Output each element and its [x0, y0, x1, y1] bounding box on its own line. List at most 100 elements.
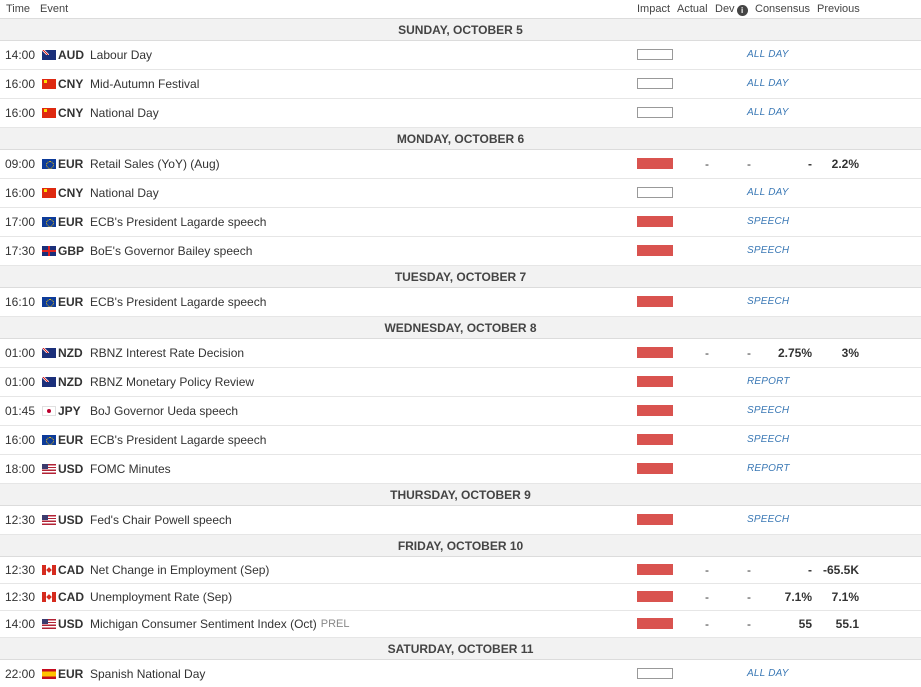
header-dev[interactable]: Dev i [715, 3, 748, 16]
flag-us-icon [42, 619, 56, 629]
flag-cn-icon [42, 108, 56, 118]
event-time: 17:00 [5, 215, 36, 229]
currency-code: NZD [58, 375, 83, 389]
event-tag: ALL DAY [747, 78, 789, 89]
event-time: 17:30 [5, 244, 36, 258]
event-time: 14:00 [5, 617, 36, 631]
event-title: Fed's Chair Powell speech [90, 513, 232, 527]
info-icon[interactable]: i [736, 5, 748, 16]
event-row[interactable]: 17:30 GBP BoE's Governor Bailey speech SPEE… [0, 237, 921, 266]
flag-ca-icon [42, 565, 56, 575]
previous-value: -65.5K [822, 563, 859, 577]
impact-indicator [637, 107, 673, 118]
header-consensus[interactable]: Consensus [755, 3, 810, 15]
event-row[interactable]: 16:00 CNY Mid-Autumn Festival ALL DAY [0, 70, 921, 99]
flag-ca-icon [42, 592, 56, 602]
event-name[interactable]: ECB's President Lagarde speech [90, 208, 266, 236]
event-row[interactable]: 14:00 AUD Labour Day ALL DAY [0, 41, 921, 70]
event-row[interactable]: 16:00 CNY National Day ALL DAY [0, 179, 921, 208]
event-name[interactable]: Spanish National Day [90, 660, 205, 687]
event-row[interactable]: 16:00 CNY National Day ALL DAY [0, 99, 921, 128]
dev-value: - [747, 617, 751, 631]
event-name[interactable]: Net Change in Employment (Sep) [90, 557, 269, 583]
flag-eu-icon [42, 297, 56, 307]
event-name[interactable]: ECB's President Lagarde speech [90, 288, 266, 316]
event-name[interactable]: BoE's Governor Bailey speech [90, 237, 252, 265]
event-title: Net Change in Employment (Sep) [90, 563, 270, 577]
event-tag: SPEECH [747, 405, 790, 416]
event-row[interactable]: 16:10 EUR ECB's President Lagarde speech SP… [0, 288, 921, 317]
event-name[interactable]: RBNZ Monetary Policy Review [90, 368, 254, 396]
impact-indicator [637, 463, 673, 474]
event-tag: SPEECH [747, 296, 790, 307]
flag-au-icon [42, 50, 56, 60]
header-impact[interactable]: Impact [637, 3, 670, 15]
event-name[interactable]: Retail Sales (YoY) (Aug) [90, 150, 220, 178]
event-row[interactable]: 12:30 CAD Net Change in Employment (Sep) - -… [0, 557, 921, 584]
currency-code: EUR [58, 215, 84, 229]
impact-indicator [637, 49, 673, 60]
event-name[interactable]: BoJ Governor Ueda speech [90, 397, 238, 425]
event-name[interactable]: Michigan Consumer Sentiment Index (Oct) P… [90, 611, 350, 637]
day-label: SUNDAY, OCTOBER 5 [398, 23, 523, 37]
event-row[interactable]: 12:30 CAD Unemployment Rate (Sep) - - 7.1% 7.1… [0, 584, 921, 611]
event-tag: ALL DAY [747, 49, 789, 60]
actual-value: - [705, 617, 709, 631]
header-time[interactable]: Time [6, 3, 30, 15]
event-name[interactable]: National Day [90, 179, 159, 207]
event-tag: ALL DAY [747, 187, 789, 198]
event-title: ECB's President Lagarde speech [90, 215, 267, 229]
prel-label: PREL [320, 618, 350, 630]
currency-code: CNY [58, 106, 84, 120]
event-name[interactable]: Mid-Autumn Festival [90, 70, 199, 98]
header-event[interactable]: Event [40, 3, 68, 15]
event-name[interactable]: FOMC Minutes [90, 455, 171, 483]
header-actual[interactable]: Actual [677, 3, 708, 15]
previous-value: 3% [841, 346, 859, 360]
currency-code: EUR [58, 433, 84, 447]
event-row[interactable]: 01:00 NZD RBNZ Interest Rate Decision - - 2.7… [0, 339, 921, 368]
event-name[interactable]: Unemployment Rate (Sep) [90, 584, 232, 610]
impact-indicator [637, 591, 673, 602]
event-row[interactable]: 18:00 USD FOMC Minutes REPORT [0, 455, 921, 484]
event-row[interactable]: 12:30 USD Fed's Chair Powell speech SPEECH [0, 506, 921, 535]
impact-indicator [637, 78, 673, 89]
day-label: SATURDAY, OCTOBER 11 [387, 642, 534, 656]
day-header-row: TUESDAY, OCTOBER 7 [0, 266, 921, 288]
event-row[interactable]: 01:45 JPY BoJ Governor Ueda speech SPEECH [0, 397, 921, 426]
event-title: RBNZ Monetary Policy Review [90, 375, 255, 389]
consensus-value: - [808, 157, 812, 171]
event-time: 16:00 [5, 106, 36, 120]
dev-value: - [747, 157, 751, 171]
currency-code: CAD [58, 563, 84, 577]
event-time: 01:00 [5, 375, 36, 389]
event-time: 16:10 [5, 295, 36, 309]
event-row[interactable]: 01:00 NZD RBNZ Monetary Policy Review REPOR… [0, 368, 921, 397]
flag-eu-icon [42, 217, 56, 227]
event-row[interactable]: 16:00 EUR ECB's President Lagarde speech SP… [0, 426, 921, 455]
header-previous[interactable]: Previous [817, 3, 860, 15]
event-time: 12:30 [5, 590, 36, 604]
impact-indicator [637, 245, 673, 256]
event-tag: SPEECH [747, 434, 790, 445]
event-row[interactable]: 22:00 EUR Spanish National Day ALL DAY [0, 660, 921, 687]
event-row[interactable]: 14:00 USD Michigan Consumer Sentiment Inde… [0, 611, 921, 638]
event-name[interactable]: Labour Day [90, 41, 152, 69]
flag-nz-icon [42, 348, 56, 358]
impact-indicator [637, 564, 673, 575]
event-row[interactable]: 17:00 EUR ECB's President Lagarde speech SP… [0, 208, 921, 237]
actual-value: - [705, 563, 709, 577]
flag-us-icon [42, 515, 56, 525]
event-name[interactable]: National Day [90, 99, 159, 127]
event-name[interactable]: Fed's Chair Powell speech [90, 506, 232, 534]
event-title: BoE's Governor Bailey speech [90, 244, 253, 258]
flag-eu-icon [42, 159, 56, 169]
impact-indicator [637, 158, 673, 169]
event-row[interactable]: 09:00 EUR Retail Sales (YoY) (Aug) - - - 2.2% [0, 150, 921, 179]
event-name[interactable]: ECB's President Lagarde speech [90, 426, 266, 454]
event-name[interactable]: RBNZ Interest Rate Decision [90, 339, 244, 367]
event-title: National Day [90, 106, 159, 120]
currency-code: NZD [58, 346, 83, 360]
impact-indicator [637, 434, 673, 445]
event-tag: ALL DAY [747, 668, 789, 679]
